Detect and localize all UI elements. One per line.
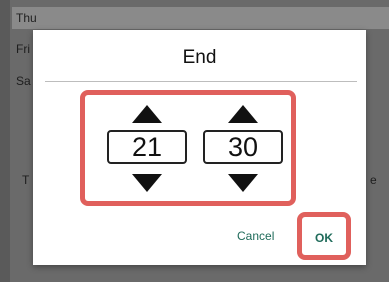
minute-decrement-button[interactable] (228, 174, 258, 192)
title-divider (45, 81, 357, 82)
dialog-title: End (182, 47, 217, 68)
background-fragment-right: e (370, 173, 377, 187)
hour-spinner: 21 (107, 95, 187, 201)
minute-spinner: 30 (203, 95, 283, 201)
minute-field[interactable]: 30 (203, 130, 283, 164)
minute-increment-button[interactable] (228, 105, 258, 123)
triangle-down-icon (132, 174, 162, 192)
triangle-down-icon (228, 174, 258, 192)
background-row-thu: Thu (12, 7, 389, 29)
hour-decrement-button[interactable] (132, 174, 162, 192)
background-fragment-left: T (22, 173, 30, 187)
ok-button[interactable]: OK (302, 231, 346, 245)
end-time-dialog: End 21 : 30 Cancel OK (33, 30, 366, 265)
background-left-bar (0, 0, 10, 282)
triangle-up-icon (132, 105, 162, 123)
hour-field[interactable]: 21 (107, 130, 187, 164)
hour-increment-button[interactable] (132, 105, 162, 123)
ok-button-highlight: OK (297, 212, 351, 260)
triangle-up-icon (228, 105, 258, 123)
cancel-button[interactable]: Cancel (237, 229, 274, 243)
time-picker-highlight: 21 : 30 (80, 90, 296, 206)
